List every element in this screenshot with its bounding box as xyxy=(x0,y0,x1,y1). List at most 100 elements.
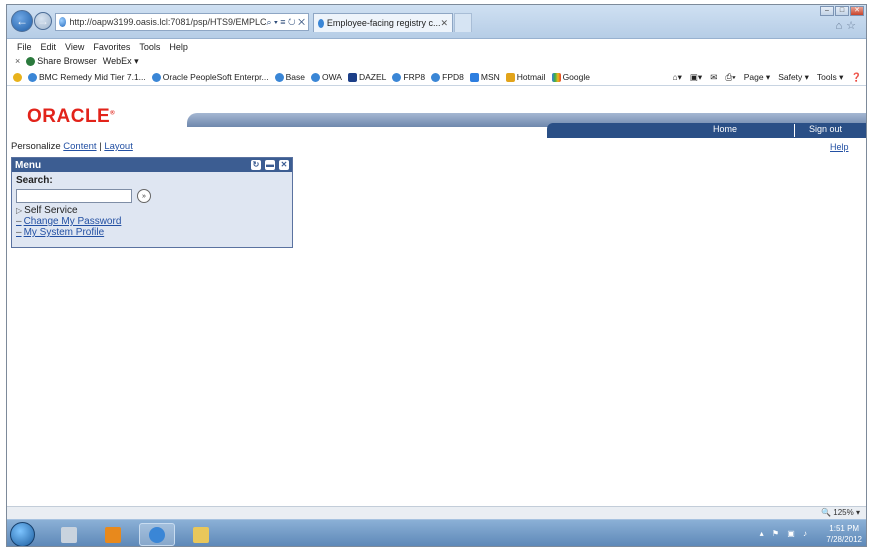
hotmail-icon xyxy=(505,72,515,82)
windows-taskbar: ▴ ⚑ ▣ ♪ 1:51 PM 7/28/2012 xyxy=(7,519,866,546)
taskbar-app-ie[interactable] xyxy=(139,523,175,546)
page-menu[interactable]: Page ▾ xyxy=(744,72,770,83)
favorites-star-icon[interactable] xyxy=(13,72,22,82)
menu-tools[interactable]: Tools xyxy=(139,42,160,52)
browser-window: ← → http://oapw3199.oasis.lcl:7081/psp/H… xyxy=(6,4,867,547)
explorer-icon xyxy=(61,526,77,543)
personalize-layout-link[interactable]: Layout xyxy=(104,141,133,152)
menu-item-label: Self Service xyxy=(24,205,78,216)
remove-pagelet-icon[interactable]: ✕ xyxy=(279,160,289,170)
go-arrow-icon: » xyxy=(142,192,146,200)
system-tray[interactable]: ▴ ⚑ ▣ ♪ xyxy=(760,529,810,538)
personalize-bar: Personalize Content | Layout xyxy=(11,141,133,152)
close-window-button[interactable]: ✕ xyxy=(850,6,864,16)
taskbar-app-explorer[interactable] xyxy=(51,523,87,546)
favorite-label: Google xyxy=(562,72,590,82)
favorite-label: Hotmail xyxy=(516,72,546,82)
clock[interactable]: 1:51 PM 7/28/2012 xyxy=(826,523,862,545)
close-toolbar-icon[interactable]: × xyxy=(15,56,20,66)
favorite-item[interactable]: OWA xyxy=(310,72,342,82)
favorite-item[interactable]: BMC Remedy Mid Tier 7.1... xyxy=(28,72,146,82)
favorite-item[interactable]: Base xyxy=(274,72,305,82)
safety-menu[interactable]: Safety ▾ xyxy=(778,72,809,83)
home-icon[interactable]: ⌂▾ xyxy=(672,72,681,83)
search-label: Search: xyxy=(16,175,53,186)
tools-menu[interactable]: Tools ▾ xyxy=(817,72,843,83)
webex-menu[interactable]: WebEx ▾ xyxy=(103,56,139,67)
back-button[interactable]: ← xyxy=(11,10,33,32)
ie-favorite-icon xyxy=(274,72,284,82)
menu-edit[interactable]: Edit xyxy=(41,42,57,52)
browser-menu-bar: File Edit View Favorites Tools Help xyxy=(7,40,866,53)
favorite-item[interactable]: Google xyxy=(551,72,590,82)
menu-view[interactable]: View xyxy=(65,42,84,52)
search-go-button[interactable]: » xyxy=(137,189,151,203)
share-browser-button[interactable]: Share Browser xyxy=(26,56,97,66)
window-controls: – □ ✕ xyxy=(820,6,864,16)
help-icon[interactable]: ❓ xyxy=(851,72,862,83)
favorite-label: FRP8 xyxy=(403,72,426,82)
title-bar: ← → http://oapw3199.oasis.lcl:7081/psp/H… xyxy=(7,5,866,39)
outlook-icon xyxy=(105,526,121,543)
menu-favorites[interactable]: Favorites xyxy=(93,42,130,52)
menu-file[interactable]: File xyxy=(17,42,32,52)
zoom-level[interactable]: 🔍 125% ▾ xyxy=(821,508,860,517)
folder-icon xyxy=(193,526,209,543)
status-bar: 🔍 125% ▾ xyxy=(7,506,866,519)
address-controls[interactable]: ⌕ ▾ ≡ ↻ ✕ xyxy=(266,17,308,28)
link-dash-icon: – xyxy=(16,227,22,238)
tab-title: Employee-facing registry c... xyxy=(326,18,441,28)
favorite-item[interactable]: FPD8 xyxy=(431,72,464,82)
personalize-content-link[interactable]: Content xyxy=(63,141,96,152)
favorite-item[interactable]: DAZEL xyxy=(347,72,387,82)
folder-expand-icon: ▷ xyxy=(16,206,23,215)
favorite-item[interactable]: Oracle PeopleSoft Enterpr... xyxy=(151,72,269,82)
menu-item-label: My System Profile xyxy=(23,227,105,238)
favorite-item[interactable]: FRP8 xyxy=(392,72,425,82)
pagelet-controls: ↻ ▬ ✕ xyxy=(251,160,292,170)
menu-item-system-profile[interactable]: – My System Profile xyxy=(16,227,288,238)
address-bar[interactable]: http://oapw3199.oasis.lcl:7081/psp/HTS9/… xyxy=(55,13,309,31)
maximize-button[interactable]: □ xyxy=(835,6,849,16)
tab-employee-registry[interactable]: Employee-facing registry c... ✕ xyxy=(313,13,453,32)
mail-icon[interactable]: ✉ xyxy=(710,72,717,83)
sign-out-link[interactable]: Sign out xyxy=(809,124,842,134)
menu-body: Search: » ▷ Self Service – Change My Pas… xyxy=(12,172,292,241)
menu-help[interactable]: Help xyxy=(169,42,188,52)
clock-date: 7/28/2012 xyxy=(826,535,862,544)
forward-button[interactable]: → xyxy=(34,12,52,30)
help-link[interactable]: Help xyxy=(830,142,849,152)
favorite-label: BMC Remedy Mid Tier 7.1... xyxy=(39,72,146,82)
search-row: » xyxy=(16,189,288,203)
feeds-icon[interactable]: ▣▾ xyxy=(690,72,702,83)
logo-registered-mark: ® xyxy=(110,110,116,117)
page-content: ORACLE® Home Sign out Help Personalize C… xyxy=(7,87,866,505)
minimize-button[interactable]: – xyxy=(820,6,834,16)
menu-item-self-service[interactable]: ▷ Self Service xyxy=(16,205,288,216)
print-icon[interactable]: ⎙▾ xyxy=(725,72,735,83)
clock-time: 1:51 PM xyxy=(829,524,860,533)
favorites-bar: BMC Remedy Mid Tier 7.1... Oracle People… xyxy=(7,69,866,86)
menu-search-input[interactable] xyxy=(16,189,132,203)
google-icon xyxy=(551,72,561,82)
home-favorites-icons[interactable]: ⌂☆ xyxy=(835,19,860,32)
tab-close-icon[interactable]: ✕ xyxy=(440,18,452,29)
favorite-label: FPD8 xyxy=(442,72,464,82)
favorite-label: DAZEL xyxy=(358,72,387,82)
taskbar-app-folder[interactable] xyxy=(183,523,219,546)
home-link[interactable]: Home xyxy=(713,124,737,134)
favorite-item[interactable]: MSN xyxy=(469,72,500,82)
favorite-item[interactable]: Hotmail xyxy=(505,72,546,82)
menu-item-change-password[interactable]: – Change My Password xyxy=(16,216,288,227)
refresh-icon[interactable]: ↻ xyxy=(251,160,261,170)
start-button[interactable] xyxy=(10,522,35,546)
menu-pagelet: Menu ↻ ▬ ✕ Search: » ▷ Self Service – Ch… xyxy=(11,157,293,248)
dazel-icon xyxy=(347,72,357,82)
minimize-pagelet-icon[interactable]: ▬ xyxy=(265,160,275,170)
ie-favorite-icon xyxy=(28,72,37,82)
msn-icon xyxy=(469,72,479,82)
new-tab-button[interactable] xyxy=(454,13,472,32)
taskbar-app-outlook[interactable] xyxy=(95,523,131,546)
zoom-label: 125% xyxy=(831,508,854,517)
ie-tab-icon xyxy=(318,18,324,28)
